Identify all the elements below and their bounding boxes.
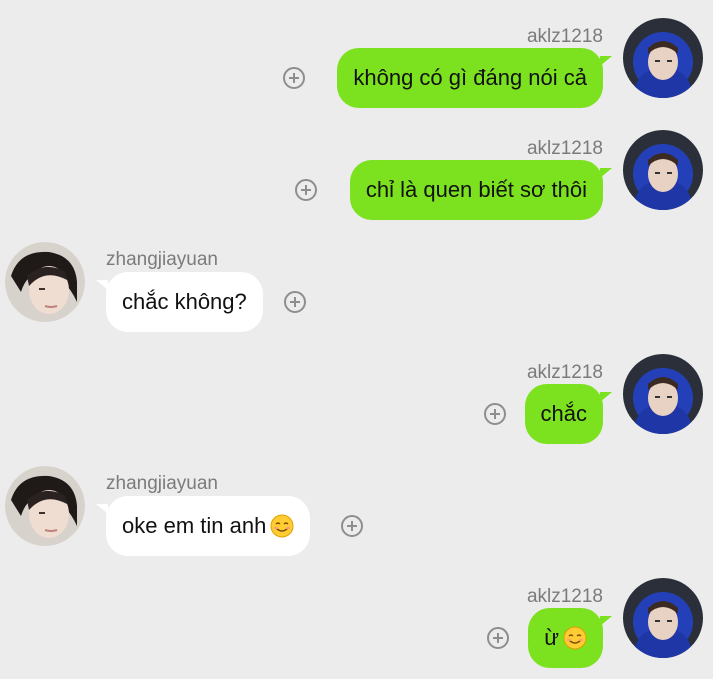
sender-name: aklz1218 [526,586,603,607]
add-icon[interactable] [283,67,305,89]
message-bubble[interactable]: chỉ là quen biết sơ thôi [349,160,603,220]
sender-name: zhangjiayuan [106,473,218,494]
smiling-face-icon [270,514,294,538]
add-icon[interactable] [295,179,317,201]
message-bubble[interactable]: chắc [524,384,603,444]
message-row: aklz1218 ừ [0,578,713,678]
message-bubble[interactable]: ừ [528,608,603,668]
avatar[interactable] [623,130,703,210]
bubble-tail [600,392,612,402]
sender-name: zhangjiayuan [106,249,218,270]
sender-name: aklz1218 [526,362,603,383]
message-row: zhangjiayuan oke em tin anh [0,466,713,566]
avatar[interactable] [5,466,85,546]
message-text: oke em tin anh [122,513,267,538]
message-text: chỉ là quen biết sơ thôi [365,177,587,202]
message-row: aklz1218 chắc [0,354,713,454]
bubble-tail [600,616,612,626]
avatar[interactable] [623,354,703,434]
bubble-tail [96,280,108,290]
bubble-tail [600,168,612,178]
bubble-tail [96,504,108,514]
avatar[interactable] [623,18,703,98]
add-icon[interactable] [484,403,506,425]
add-icon[interactable] [487,627,509,649]
message-row: aklz1218 không có gì đáng nói cả [0,18,713,118]
message-text: chắc [540,401,587,426]
add-icon[interactable] [341,515,363,537]
bubble-tail [600,56,612,66]
message-text: không có gì đáng nói cả [353,65,587,90]
add-icon[interactable] [284,291,306,313]
message-row: aklz1218 chỉ là quen biết sơ thôi [0,130,713,230]
message-text: chắc không? [122,289,247,314]
sender-name: aklz1218 [526,26,603,47]
smiling-face-icon [563,626,587,650]
message-bubble[interactable]: chắc không? [106,272,263,332]
sender-name: aklz1218 [526,138,603,159]
avatar[interactable] [5,242,85,322]
message-row: zhangjiayuan chắc không? [0,242,713,342]
message-text: ừ [544,625,559,650]
message-bubble[interactable]: không có gì đáng nói cả [337,48,603,108]
avatar[interactable] [623,578,703,658]
message-bubble[interactable]: oke em tin anh [106,496,311,556]
